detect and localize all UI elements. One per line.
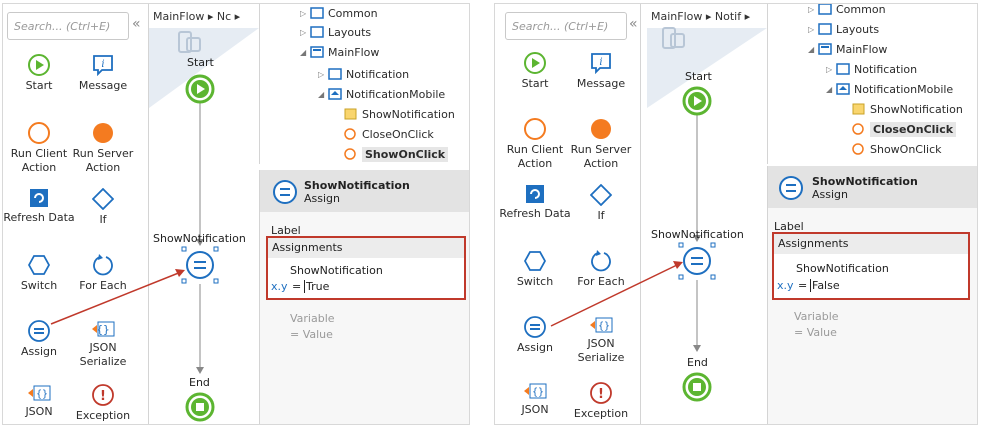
drag-arrow bbox=[550, 261, 683, 327]
tree-item-show-notification[interactable]: ShowNotification bbox=[344, 105, 455, 123]
tree-label: NotificationMobile bbox=[854, 82, 954, 96]
variable-placeholder[interactable]: Variable bbox=[290, 312, 335, 325]
tree-label: MainFlow bbox=[836, 42, 888, 56]
tree-label: Layouts bbox=[328, 25, 372, 39]
assignment-value-input[interactable]: True bbox=[304, 280, 329, 293]
tree-item-layouts[interactable]: ▷ Layouts bbox=[808, 20, 879, 38]
variable-icon bbox=[852, 103, 865, 115]
tree-label: CloseOnClick bbox=[362, 127, 434, 141]
home-screen-icon bbox=[836, 83, 850, 95]
tree-label: MainFlow bbox=[328, 45, 380, 59]
client-action-icon bbox=[344, 128, 356, 140]
properties-subtitle: Assign bbox=[812, 188, 848, 201]
tree-item-show-notification[interactable]: ShowNotification bbox=[852, 100, 963, 118]
properties-header: ShowNotification Assign bbox=[768, 166, 977, 208]
value-placeholder[interactable]: = Value bbox=[794, 326, 837, 339]
variable-icon bbox=[344, 108, 357, 120]
tree-item-mainflow[interactable]: ◢ MainFlow bbox=[808, 40, 887, 58]
tree-label-selected: CloseOnClick bbox=[870, 121, 957, 137]
tree-label: ShowNotification bbox=[870, 102, 963, 116]
folder-icon bbox=[818, 23, 832, 35]
assignment-target[interactable]: ShowNotification bbox=[290, 264, 383, 277]
tree-item-close-on-click[interactable]: CloseOnClick bbox=[344, 125, 434, 143]
assign-icon bbox=[779, 176, 803, 200]
equals-sign: = bbox=[798, 279, 808, 292]
properties-panel: ShowNotification Assign Label Assignment… bbox=[259, 170, 469, 424]
assignment-value-input[interactable]: False bbox=[810, 279, 840, 292]
tree-item-close-on-click[interactable]: CloseOnClick bbox=[852, 120, 957, 138]
left-screenshot: Search... (Ctrl+E) « Start i Message Run… bbox=[2, 3, 470, 425]
tree-label: Layouts bbox=[836, 22, 880, 36]
flow-icon bbox=[818, 43, 832, 55]
assignments-section: Assignments ShowNotification x.y = True bbox=[266, 236, 466, 300]
tree-item-common[interactable]: ▷ Common bbox=[808, 3, 886, 18]
element-tree: ▷ Common ▷ Layouts ◢ MainFlow ▷ Notification… bbox=[767, 3, 977, 164]
folder-icon bbox=[310, 7, 324, 19]
properties-title: ShowNotification bbox=[812, 175, 918, 188]
equals-sign: = bbox=[292, 280, 302, 293]
screen-icon bbox=[836, 63, 850, 75]
assign-icon bbox=[273, 180, 297, 204]
right-screenshot: Search... (Ctrl+E) « Start i Message Run… bbox=[494, 3, 978, 425]
tree-item-show-on-click[interactable]: ShowOnClick bbox=[852, 140, 942, 158]
drag-arrow bbox=[50, 269, 185, 325]
assignments-header: Assignments bbox=[774, 234, 968, 254]
screen-icon bbox=[328, 68, 342, 80]
gap bbox=[466, 0, 494, 437]
home-screen-icon bbox=[328, 88, 342, 100]
tree-item-notification-mobile[interactable]: ◢ NotificationMobile bbox=[826, 80, 953, 98]
tree-item-mainflow[interactable]: ◢ MainFlow bbox=[300, 43, 379, 61]
properties-subtitle: Assign bbox=[304, 192, 340, 205]
flow-icon bbox=[310, 46, 324, 58]
client-action-icon bbox=[852, 123, 864, 135]
element-tree: ▷ Common ▷ Layouts ◢ MainFlow ▷ Notification… bbox=[259, 4, 469, 164]
variable-placeholder[interactable]: Variable bbox=[794, 310, 839, 323]
tree-item-notification[interactable]: ▷ Notification bbox=[318, 65, 409, 83]
properties-panel: ShowNotification Assign Label Assignment… bbox=[767, 166, 977, 424]
folder-icon bbox=[818, 4, 832, 15]
folder-icon bbox=[310, 26, 324, 38]
tree-label: Notification bbox=[346, 67, 410, 81]
assignment-target[interactable]: ShowNotification bbox=[796, 262, 889, 275]
tree-label: Common bbox=[328, 6, 378, 20]
variable-indicator: x.y bbox=[777, 279, 794, 292]
client-action-icon bbox=[344, 148, 356, 160]
properties-header: ShowNotification Assign bbox=[260, 170, 469, 212]
tree-item-show-on-click[interactable]: ShowOnClick bbox=[344, 145, 449, 163]
value-placeholder[interactable]: = Value bbox=[290, 328, 333, 341]
tree-item-notification-mobile[interactable]: ◢ NotificationMobile bbox=[318, 85, 445, 103]
tree-label: Common bbox=[836, 3, 886, 16]
tree-item-notification[interactable]: ▷ Notification bbox=[826, 60, 917, 78]
variable-indicator: x.y bbox=[271, 280, 288, 293]
assignments-header: Assignments bbox=[268, 238, 464, 258]
client-action-icon bbox=[852, 143, 864, 155]
assignments-section: Assignments ShowNotification x.y = False bbox=[772, 232, 970, 300]
tree-label: ShowNotification bbox=[362, 107, 455, 121]
properties-title: ShowNotification bbox=[304, 179, 410, 192]
tree-item-layouts[interactable]: ▷ Layouts bbox=[300, 23, 371, 41]
tree-label: NotificationMobile bbox=[346, 87, 446, 101]
tree-label-selected: ShowOnClick bbox=[362, 146, 449, 162]
tree-item-common[interactable]: ▷ Common bbox=[300, 4, 378, 22]
tree-label: Notification bbox=[854, 62, 918, 76]
tree-label: ShowOnClick bbox=[870, 142, 942, 156]
